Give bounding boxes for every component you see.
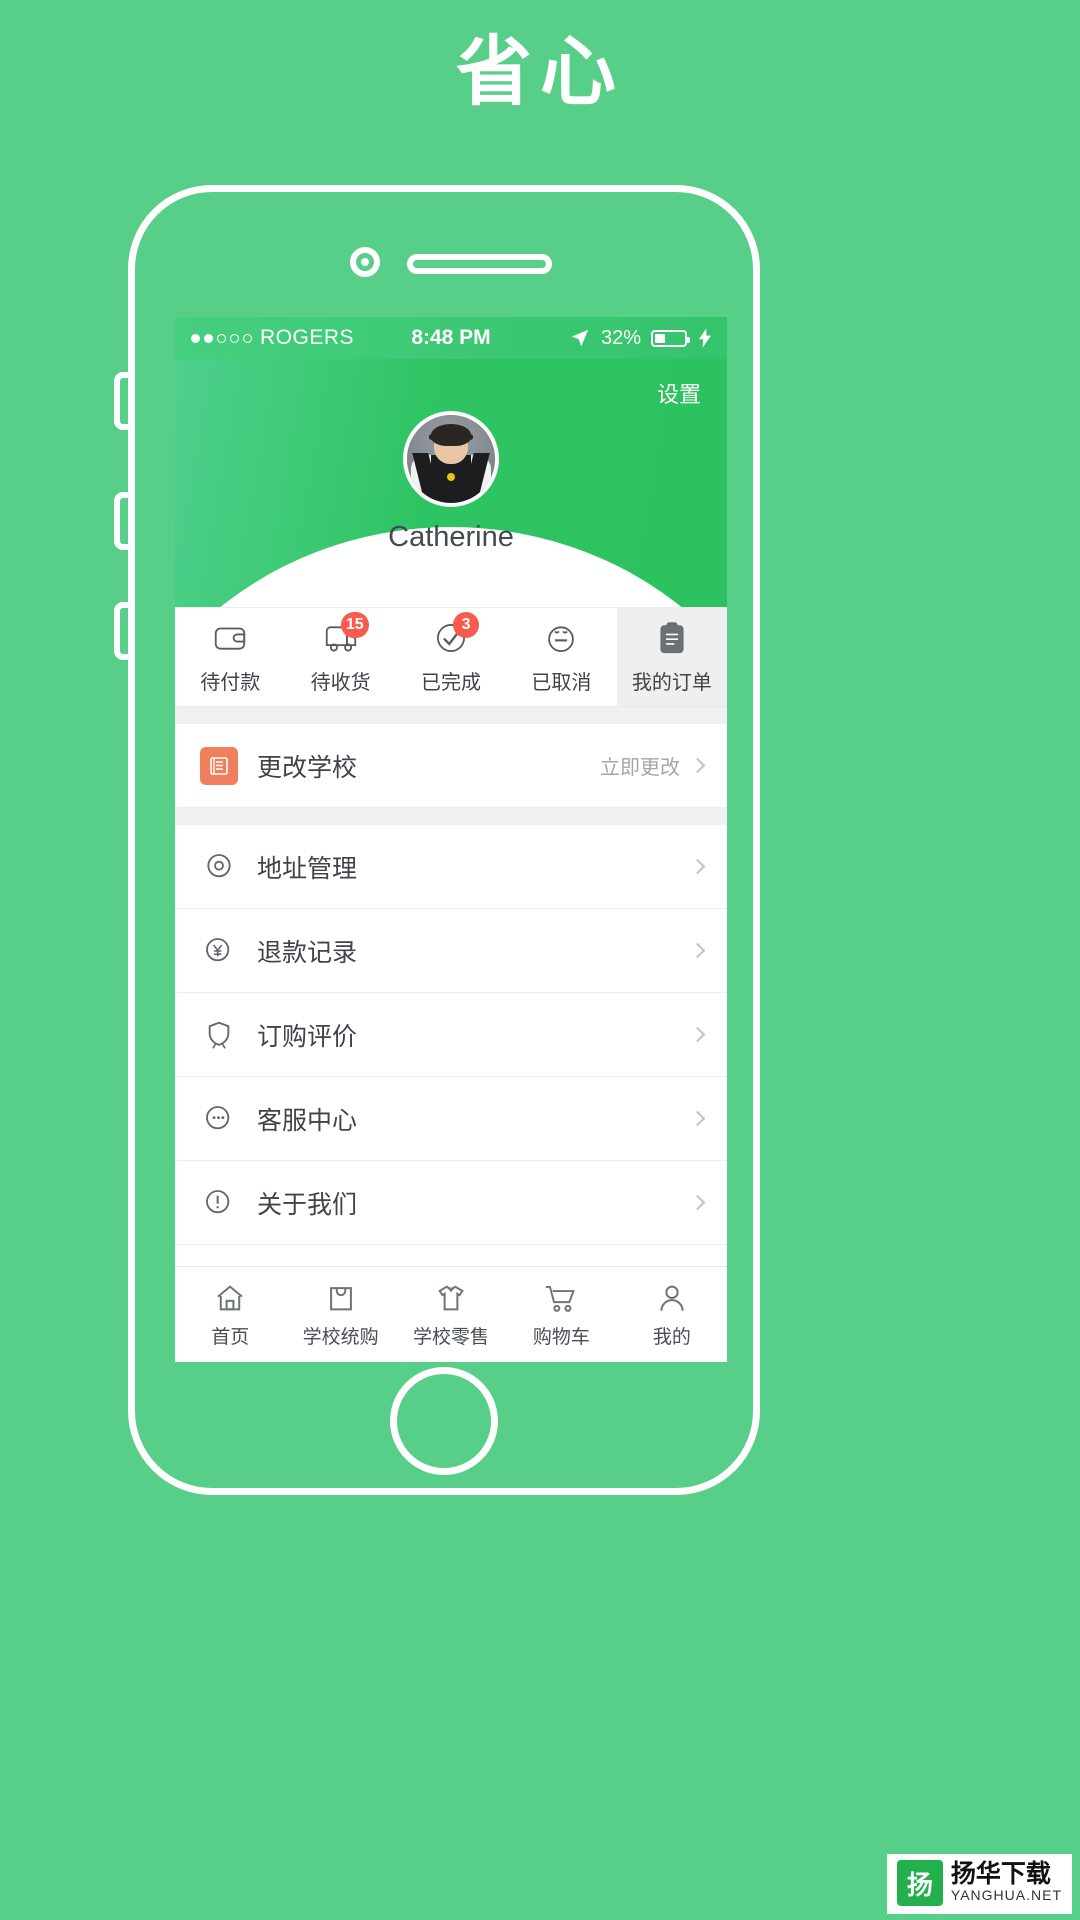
menu-row-right xyxy=(689,1194,706,1211)
cart-icon xyxy=(543,1281,579,1315)
battery-icon xyxy=(651,329,690,347)
chevron-right-icon xyxy=(689,1194,706,1211)
chevron-right-icon xyxy=(689,757,706,774)
nav-item-school-group-purchase[interactable]: 学校统购 xyxy=(285,1267,395,1362)
phone-side-button-silent xyxy=(114,372,128,430)
menu-row-right xyxy=(689,1110,706,1127)
list-section-gap xyxy=(175,808,727,825)
menu-row-label: 更改学校 xyxy=(257,752,358,782)
nav-item-cart[interactable]: 购物车 xyxy=(506,1267,616,1362)
menu-row-right: 立即更改 xyxy=(600,751,706,780)
phone-home-button[interactable] xyxy=(390,1367,498,1475)
building-icon xyxy=(200,746,238,785)
nav-item-label: 购物车 xyxy=(532,1325,590,1348)
order-tab-label: 已完成 xyxy=(421,670,482,694)
phone-front-camera-icon xyxy=(350,247,380,277)
nav-item-school-retail[interactable]: 学校零售 xyxy=(396,1267,506,1362)
chevron-right-icon xyxy=(689,1110,706,1127)
order-tab-badge: 3 xyxy=(453,612,480,638)
bottom-navigation-bar: 首页 学校统购 学校零售 购物车 我的 xyxy=(175,1266,727,1362)
menu-row-label: 订购评价 xyxy=(257,1021,358,1051)
row-icon-wrap xyxy=(199,746,239,786)
order-tab-badge: 15 xyxy=(340,612,369,638)
shopping-bag-icon xyxy=(324,1281,358,1315)
nav-item-label: 学校统购 xyxy=(302,1325,379,1348)
settings-button[interactable]: 设置 xyxy=(657,377,701,409)
menu-row-address-management[interactable]: 地址管理 xyxy=(175,825,727,909)
chat-bubble-icon xyxy=(199,1099,239,1139)
order-tab-awaiting-delivery[interactable]: 15 待收货 xyxy=(285,608,395,706)
status-bar: ROGERS 8:48 PM 32% xyxy=(175,317,727,359)
status-bar-left: ROGERS xyxy=(191,326,354,350)
menu-row-label: 地址管理 xyxy=(257,853,358,883)
phone-earpiece-speaker xyxy=(407,254,552,274)
check-circle-icon: 3 xyxy=(432,612,480,657)
phone-mockup: ROGERS 8:48 PM 32% 设置 Catherine 待付款 15 待… xyxy=(114,185,760,1495)
chevron-right-icon xyxy=(689,942,706,959)
menu-row-right xyxy=(689,942,706,959)
menu-row-refund-records[interactable]: 退款记录 xyxy=(175,909,727,993)
phone-side-button-volume-up xyxy=(114,492,128,550)
nav-item-home[interactable]: 首页 xyxy=(175,1267,285,1362)
profile-header: 设置 Catherine xyxy=(175,359,727,607)
user-name: Catherine xyxy=(388,521,514,553)
watermark-title: 扬华下载 xyxy=(950,1859,1051,1889)
home-icon xyxy=(213,1281,247,1315)
menu-row-change-school[interactable]: 更改学校 立即更改 xyxy=(175,724,727,808)
menu-row-order-reviews[interactable]: 订购评价 xyxy=(175,993,727,1077)
order-tab-my-orders[interactable]: 我的订单 xyxy=(616,608,727,706)
watermark-logo-icon: 扬 xyxy=(896,1860,943,1906)
location-pin-icon xyxy=(199,847,239,887)
order-status-tabs: 待付款 15 待收货 3 已完成 已取消 我的订单 xyxy=(175,607,727,707)
phone-screen: ROGERS 8:48 PM 32% 设置 Catherine 待付款 15 待… xyxy=(175,317,727,1362)
brand-logo: 省心 xyxy=(456,27,624,116)
refund-yen-icon xyxy=(199,931,239,971)
order-tab-pending-payment[interactable]: 待付款 xyxy=(175,608,285,706)
review-badge-icon xyxy=(199,1015,239,1055)
menu-row-right xyxy=(689,1026,706,1043)
lightning-bolt-icon xyxy=(699,328,711,348)
menu-row-label: 关于我们 xyxy=(257,1189,358,1219)
order-tab-cancelled[interactable]: 已取消 xyxy=(506,608,616,706)
truck-icon: 15 xyxy=(322,612,369,657)
tshirt-icon xyxy=(434,1281,468,1315)
menu-row-label: 退款记录 xyxy=(257,937,358,967)
chevron-right-icon xyxy=(689,1026,706,1043)
watermark-text: 扬华下载 YANGHUA.NET xyxy=(951,1861,1062,1904)
info-circle-icon xyxy=(199,1183,239,1223)
menu-row-about-us[interactable]: 关于我们 xyxy=(175,1161,727,1245)
watermark: 扬 扬华下载 YANGHUA.NET xyxy=(886,1854,1072,1914)
order-tab-label: 待付款 xyxy=(200,670,261,694)
person-icon xyxy=(655,1281,689,1315)
menu-row-customer-service[interactable]: 客服中心 xyxy=(175,1077,727,1161)
nav-item-label: 我的 xyxy=(652,1325,691,1348)
order-tab-label: 我的订单 xyxy=(631,670,712,694)
battery-percent-label: 32% xyxy=(600,326,641,349)
avatar[interactable] xyxy=(403,411,499,507)
nav-item-profile[interactable]: 我的 xyxy=(617,1267,727,1362)
clipboard-icon xyxy=(653,619,691,657)
wallet-icon xyxy=(211,619,249,657)
nav-item-label: 首页 xyxy=(211,1325,250,1348)
chevron-right-icon xyxy=(689,858,706,875)
signal-strength-icon xyxy=(191,333,252,343)
change-school-action-label[interactable]: 立即更改 xyxy=(600,751,680,780)
order-tab-label: 待收货 xyxy=(310,670,371,694)
list-section-gap xyxy=(175,707,727,724)
sad-face-icon xyxy=(542,619,580,657)
menu-row-right xyxy=(689,858,706,875)
phone-side-button-volume-down xyxy=(114,602,128,660)
carrier-name: ROGERS xyxy=(260,326,355,349)
status-bar-right: 32% xyxy=(569,327,711,350)
watermark-subtitle: YANGHUA.NET xyxy=(950,1886,1062,1903)
menu-row-label: 客服中心 xyxy=(257,1105,358,1135)
order-tab-completed[interactable]: 3 已完成 xyxy=(396,608,506,706)
nav-item-label: 学校零售 xyxy=(413,1325,490,1348)
order-tab-label: 已取消 xyxy=(531,670,592,694)
location-arrow-icon xyxy=(569,327,591,349)
